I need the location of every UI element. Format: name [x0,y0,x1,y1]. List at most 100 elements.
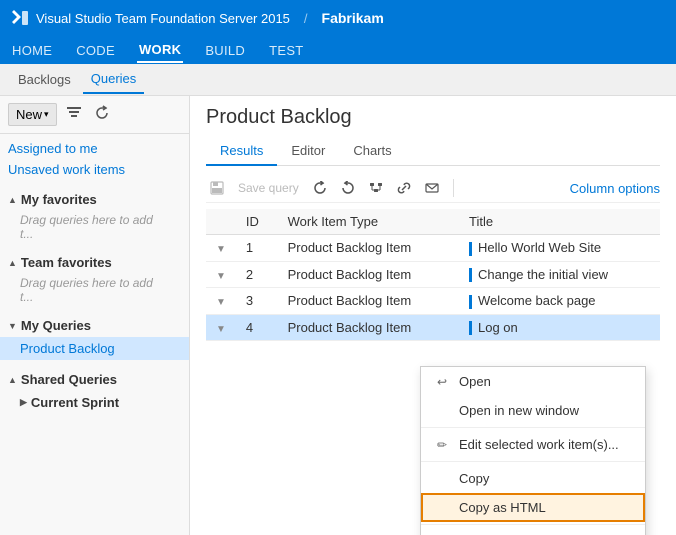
context-copy[interactable]: Copy [421,464,645,493]
team-favorites-section: ▲ Team favorites Drag queries here to ad… [0,247,189,310]
sidebar-links: Assigned to me Unsaved work items [0,134,189,184]
table-header-row: ID Work Item Type Title [206,209,660,235]
new-button[interactable]: New ▾ [8,103,57,126]
row-id: 4 [236,314,278,341]
redo-icon [341,181,355,195]
context-open[interactable]: ↩ Open [421,367,645,396]
col-id: ID [236,209,278,235]
subnav-queries[interactable]: Queries [83,65,145,94]
sidebar-toolbar: New ▾ [0,96,189,134]
top-bar: Visual Studio Team Foundation Server 201… [0,0,676,36]
context-open-new-window[interactable]: Open in new window [421,396,645,425]
tab-charts[interactable]: Charts [339,137,405,166]
nav-build[interactable]: BUILD [203,39,247,62]
link-button[interactable] [393,178,415,198]
sidebar: New ▾ Assigned to me Unsaved work items [0,96,190,535]
refresh-icon-button[interactable] [91,102,113,127]
page-title: Product Backlog [206,106,660,129]
hierarchy-icon [369,181,383,195]
row-title: Change the initial view [459,261,660,288]
refresh-query-icon [313,181,327,195]
context-edit[interactable]: ✏ Edit selected work item(s)... [421,430,645,459]
new-label: New [16,107,42,122]
nav-home[interactable]: HOME [10,39,54,62]
row-type: Product Backlog Item [278,288,459,315]
redo-button[interactable] [337,178,359,198]
team-favorites-header[interactable]: ▲ Team favorites [0,251,189,274]
open-icon: ↩ [437,375,451,389]
context-menu-divider-1 [421,427,645,428]
row-type: Product Backlog Item [278,314,459,341]
content-area: Product Backlog Results Editor Charts Sa… [190,96,676,535]
context-menu-divider-3 [421,524,645,525]
nav-bar: HOME CODE WORK BUILD TEST [0,36,676,64]
hierarchy-button[interactable] [365,178,387,198]
row-toggle[interactable]: ▼ [206,314,236,341]
toolbar-separator [453,179,454,197]
title-bar-icon [469,268,472,282]
row-title: Hello World Web Site [459,235,660,262]
my-queries-triangle: ▼ [8,321,17,331]
current-sprint-header[interactable]: ▶ Current Sprint [0,391,189,414]
my-favorites-header[interactable]: ▲ My favorites [0,188,189,211]
filter-icon [66,105,82,121]
unsaved-work-items-link[interactable]: Unsaved work items [8,159,181,180]
row-id: 2 [236,261,278,288]
save-query-button[interactable]: Save query [234,178,303,198]
context-copy-label: Copy [459,471,489,486]
row-id: 1 [236,235,278,262]
separator: / [304,11,308,26]
row-toggle[interactable]: ▼ [206,261,236,288]
col-toggle [206,209,236,235]
table-row[interactable]: ▼ 1 Product Backlog Item Hello World Web… [206,235,660,262]
context-email[interactable]: ✉ Email selected work item(s)... [421,527,645,535]
nav-code[interactable]: CODE [74,39,117,62]
refresh-query-button[interactable] [309,178,331,198]
table-row[interactable]: ▼ 3 Product Backlog Item Welcome back pa… [206,288,660,315]
title-bar-icon [469,242,472,256]
subnav-backlogs[interactable]: Backlogs [10,66,79,93]
sub-nav: Backlogs Queries [0,64,676,96]
context-menu-divider-2 [421,461,645,462]
save-icon-button[interactable] [206,178,228,198]
my-favorites-label: My favorites [21,192,97,207]
refresh-icon [94,105,110,121]
title-bar-icon [469,295,472,309]
row-toggle[interactable]: ▼ [206,235,236,262]
my-favorites-triangle: ▲ [8,195,17,205]
column-options-button[interactable]: Column options [570,181,660,196]
my-queries-label: My Queries [21,318,91,333]
tab-editor[interactable]: Editor [277,137,339,166]
sidebar-item-product-backlog[interactable]: Product Backlog [0,337,189,360]
context-open-new-window-label: Open in new window [459,403,579,418]
query-toolbar: Save query [206,174,660,203]
email-button[interactable] [421,178,443,198]
app-logo: Visual Studio Team Foundation Server 201… [10,8,384,28]
filter-icon-button[interactable] [63,102,85,127]
my-queries-section: ▼ My Queries Product Backlog [0,310,189,364]
col-title: Title [459,209,660,235]
save-query-label: Save query [238,181,299,195]
team-favorites-label: Team favorites [21,255,112,270]
vs-icon [10,8,30,28]
main-layout: New ▾ Assigned to me Unsaved work items [0,96,676,535]
context-copy-html[interactable]: Copy as HTML [421,493,645,522]
title-bar-icon [469,321,472,335]
link-icon [397,181,411,195]
tab-results[interactable]: Results [206,137,277,166]
row-toggle[interactable]: ▼ [206,288,236,315]
dropdown-arrow-icon: ▾ [44,109,49,120]
table-row[interactable]: ▼ 4 Product Backlog Item Log on [206,314,660,341]
my-favorites-section: ▲ My favorites Drag queries here to add … [0,184,189,247]
nav-test[interactable]: TEST [267,39,305,62]
my-queries-header[interactable]: ▼ My Queries [0,314,189,337]
col-type: Work Item Type [278,209,459,235]
assigned-to-me-link[interactable]: Assigned to me [8,138,181,159]
context-menu: ↩ Open Open in new window ✏ Edit selecte… [420,366,646,535]
row-title: Welcome back page [459,288,660,315]
table-row[interactable]: ▼ 2 Product Backlog Item Change the init… [206,261,660,288]
nav-work[interactable]: WORK [137,38,183,63]
shared-queries-header[interactable]: ▲ Shared Queries [0,368,189,391]
row-id: 3 [236,288,278,315]
shared-queries-section: ▲ Shared Queries ▶ Current Sprint [0,364,189,418]
